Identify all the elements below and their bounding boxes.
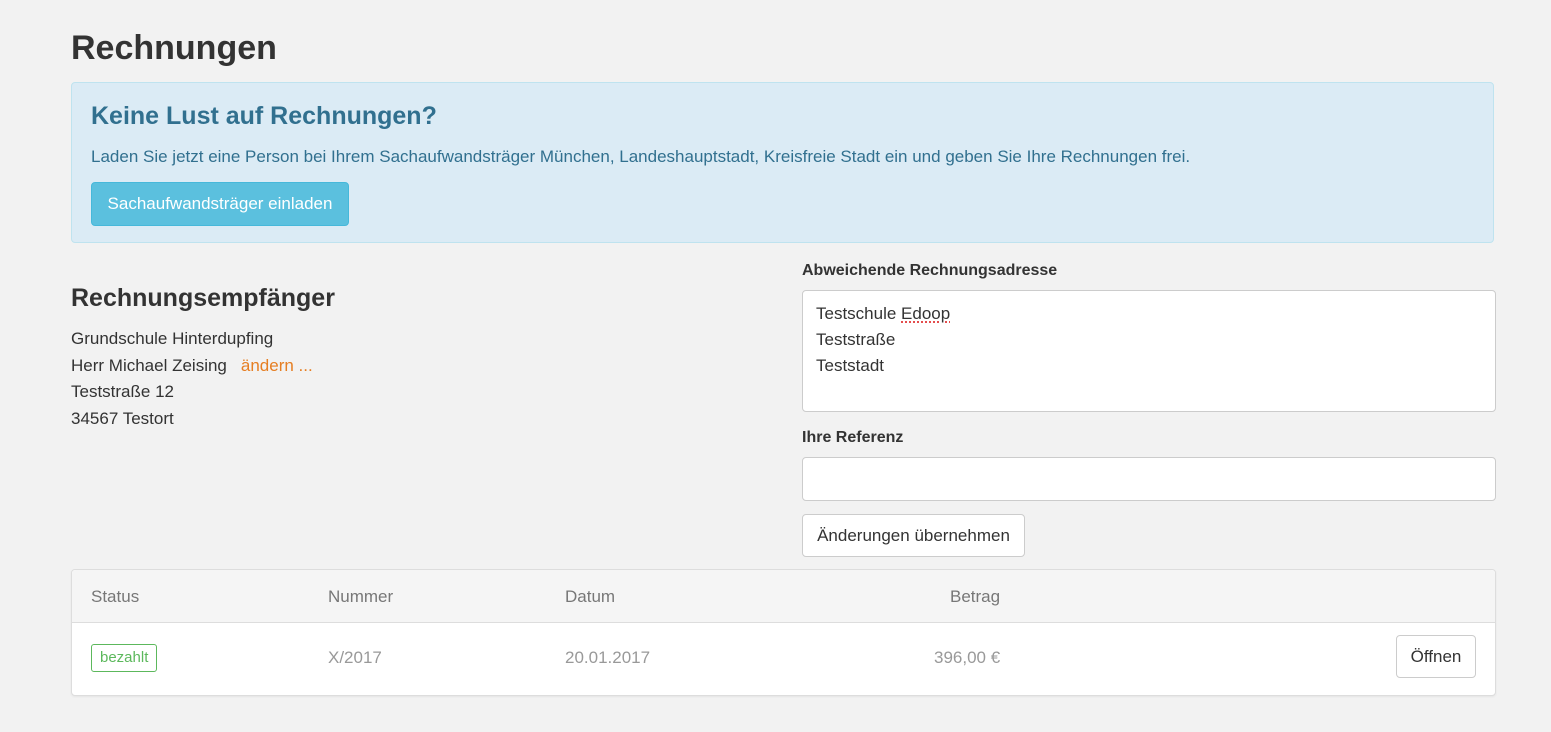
invoice-date: 20.01.2017 <box>565 648 651 667</box>
invite-sachaufwandstraeger-button[interactable]: Sachaufwandsträger einladen <box>91 182 349 226</box>
status-badge: bezahlt <box>91 644 158 672</box>
alt-address-line-3: Teststadt <box>816 356 885 375</box>
recipient-person-line: Herr Michael Zeising ändern ... <box>71 353 313 380</box>
column-header-status: Status <box>91 587 140 606</box>
invoice-amount: 396,00 € <box>934 648 1001 667</box>
change-recipient-link[interactable]: ändern ... <box>241 356 313 375</box>
alt-address-textarea[interactable]: Testschule Edoop Teststraße Teststadt <box>802 290 1496 412</box>
invoice-number: X/2017 <box>328 648 382 667</box>
column-header-number: Nummer <box>328 587 394 606</box>
invite-promo-box: Keine Lust auf Rechnungen? Laden Sie jet… <box>71 82 1494 243</box>
alt-address-label: Abweichende Rechnungsadresse <box>802 262 1058 279</box>
recipient-person: Herr Michael Zeising <box>71 355 227 375</box>
invoice-table: Status Nummer Datum Betrag bezahlt X/201… <box>71 569 1496 696</box>
table-row: bezahlt X/2017 20.01.2017 396,00 € Öffne… <box>72 623 1495 695</box>
column-header-amount: Betrag <box>950 587 1001 606</box>
reference-label: Ihre Referenz <box>802 429 904 446</box>
apply-changes-button[interactable]: Änderungen übernehmen <box>802 514 1025 557</box>
page-title: Rechnungen <box>71 29 277 67</box>
recipient-school: Grundschule Hinterdupfing <box>71 329 274 348</box>
alt-address-line-2: Teststraße <box>816 330 896 349</box>
alt-address-line-1-prefix: Testschule <box>816 304 902 323</box>
reference-input[interactable] <box>802 457 1496 501</box>
alt-address-line-1-misspelled: Edoop <box>901 304 951 323</box>
table-header: Status Nummer Datum Betrag <box>72 570 1495 623</box>
column-header-date: Datum <box>565 587 616 606</box>
promo-title: Keine Lust auf Rechnungen? <box>91 102 437 130</box>
invoices-page: Rechnungen Keine Lust auf Rechnungen? La… <box>0 0 1551 732</box>
alt-address-line-1: Testschule Edoop <box>816 301 1482 327</box>
recipient-street: Teststraße 12 <box>71 382 174 401</box>
recipient-address: Grundschule Hinterdupfing Herr Michael Z… <box>71 326 313 432</box>
promo-text: Laden Sie jetzt eine Person bei Ihrem Sa… <box>91 147 1191 166</box>
open-invoice-button[interactable]: Öffnen <box>1396 635 1476 678</box>
recipient-title: Rechnungsempfänger <box>71 284 335 312</box>
recipient-city: 34567 Testort <box>71 408 174 428</box>
